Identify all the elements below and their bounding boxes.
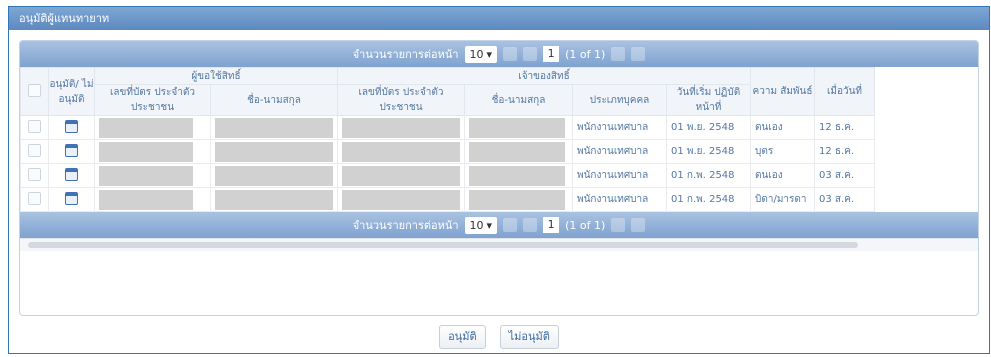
redacted-user-id xyxy=(99,117,193,138)
bottom-pager: จำนวนรายการต่อหน้า 10 ▾ 1 (1 of 1) xyxy=(20,212,978,238)
page-count-text: (1 of 1) xyxy=(565,47,606,61)
row-checkbox[interactable] xyxy=(28,167,41,181)
redacted-owner-id xyxy=(342,141,460,162)
reject-button[interactable]: ไม่อนุมัติ xyxy=(499,325,559,349)
row-checkbox[interactable] xyxy=(28,119,41,133)
header-group-user: ผู้ขอใช้สิทธิ์ xyxy=(94,67,338,85)
prev-page-button[interactable] xyxy=(523,218,538,232)
row-checkbox[interactable] xyxy=(28,143,41,157)
table-row[interactable]: พนักงานเทศบาล 01 พ.ย. 2548 บุตร 12 ธ.ค. xyxy=(20,139,875,164)
data-grid: จำนวนรายการต่อหน้า 10 ▾ 1 (1 of 1) อนุมัต… xyxy=(19,40,979,316)
page-count-text: (1 of 1) xyxy=(565,218,606,232)
approve-button[interactable]: อนุมัติ xyxy=(439,325,486,349)
page-number-input[interactable]: 1 xyxy=(543,217,560,233)
rows-per-page-select[interactable]: 10 ▾ xyxy=(464,216,498,234)
last-page-button[interactable] xyxy=(631,47,646,61)
horizontal-scrollbar[interactable] xyxy=(20,238,978,251)
select-all-checkbox[interactable] xyxy=(28,83,41,97)
redacted-owner-name xyxy=(469,117,565,138)
cell-last: 03 ส.ค. xyxy=(814,187,875,212)
header-user-name: ชื่อ-นามสกุล xyxy=(210,84,338,116)
approval-panel: อนุมัติผู้แทนทายาท จำนวนรายการต่อหน้า 10… xyxy=(8,6,990,354)
cell-start-date: 01 ก.พ. 2548 xyxy=(666,187,751,212)
header-start-date: วันที่เริ่ม ปฏิบัติหน้าที่ xyxy=(666,84,751,116)
rows-per-page-label: จำนวนรายการต่อหน้า xyxy=(352,219,459,232)
calendar-icon[interactable] xyxy=(65,191,78,205)
redacted-user-name xyxy=(215,117,333,138)
cell-start-date: 01 พ.ย. 2548 xyxy=(666,139,751,164)
scrollbar-thumb[interactable] xyxy=(28,242,858,248)
calendar-icon[interactable] xyxy=(65,119,78,133)
calendar-icon[interactable] xyxy=(65,167,78,181)
panel-title: อนุมัติผู้แทนทายาท xyxy=(9,7,989,30)
select-all-header xyxy=(20,67,49,116)
dropdown-arrow-icon: ▾ xyxy=(486,47,493,61)
prev-page-button[interactable] xyxy=(523,47,538,61)
cell-last: 12 ธ.ค. xyxy=(814,139,875,164)
top-pager: จำนวนรายการต่อหน้า 10 ▾ 1 (1 of 1) xyxy=(20,41,978,67)
redacted-owner-id xyxy=(342,165,460,186)
cell-last: 12 ธ.ค. xyxy=(814,115,875,140)
redacted-user-name xyxy=(215,165,333,186)
last-page-button[interactable] xyxy=(631,218,646,232)
redacted-user-id xyxy=(99,189,193,210)
first-page-button[interactable] xyxy=(503,218,518,232)
row-checkbox[interactable] xyxy=(28,191,41,205)
action-buttons: อนุมัติ ไม่อนุมัติ xyxy=(9,325,989,349)
redacted-owner-id xyxy=(342,117,460,138)
rows-per-page-label: จำนวนรายการต่อหน้า xyxy=(352,48,459,61)
cell-relation: บิดา/มารดา xyxy=(750,187,815,212)
header-approve: อนุมัติ/ ไม่อนุมัติ xyxy=(48,67,95,116)
cell-person-type: พนักงานเทศบาล xyxy=(572,115,667,140)
dropdown-arrow-icon: ▾ xyxy=(486,218,493,232)
redacted-owner-name xyxy=(469,141,565,162)
cell-relation: ตนเอง xyxy=(750,115,815,140)
table-row[interactable]: พนักงานเทศบาล 01 พ.ย. 2548 ตนเอง 12 ธ.ค. xyxy=(20,115,875,140)
redacted-owner-id xyxy=(342,189,460,210)
cell-start-date: 01 ก.พ. 2548 xyxy=(666,163,751,188)
redacted-owner-name xyxy=(469,189,565,210)
cell-person-type: พนักงานเทศบาล xyxy=(572,187,667,212)
redacted-user-name xyxy=(215,189,333,210)
redacted-user-id xyxy=(99,141,193,162)
cell-last: 03 ส.ค. xyxy=(814,163,875,188)
next-page-button[interactable] xyxy=(611,47,626,61)
header-relation: ความ สัมพันธ์ xyxy=(750,67,815,116)
table-row[interactable]: พนักงานเทศบาล 01 ก.พ. 2548 บิดา/มารดา 03… xyxy=(20,187,875,212)
next-page-button[interactable] xyxy=(611,218,626,232)
first-page-button[interactable] xyxy=(503,47,518,61)
cell-person-type: พนักงานเทศบาล xyxy=(572,139,667,164)
redacted-user-id xyxy=(99,165,193,186)
header-owner-name: ชื่อ-นามสกุล xyxy=(464,84,573,116)
cell-start-date: 01 พ.ย. 2548 xyxy=(666,115,751,140)
table-row[interactable]: พนักงานเทศบาล 01 ก.พ. 2548 ตนเอง 03 ส.ค. xyxy=(20,163,875,188)
redacted-user-name xyxy=(215,141,333,162)
calendar-icon[interactable] xyxy=(65,143,78,157)
cell-relation: ตนเอง xyxy=(750,163,815,188)
rows-per-page-select[interactable]: 10 ▾ xyxy=(464,45,498,63)
header-last: เมื่อวันที่ xyxy=(814,67,875,116)
header-user-id-card: เลขที่บัตร ประจำตัวประชาชน xyxy=(94,84,211,116)
approval-table: อนุมัติ/ ไม่อนุมัติ ผู้ขอใช้สิทธิ์ เจ้าข… xyxy=(20,67,875,212)
header-group-owner: เจ้าของสิทธิ์ xyxy=(337,67,751,85)
cell-person-type: พนักงานเทศบาล xyxy=(572,163,667,188)
page-number-input[interactable]: 1 xyxy=(543,46,560,62)
cell-relation: บุตร xyxy=(750,139,815,164)
redacted-owner-name xyxy=(469,165,565,186)
header-owner-id-card: เลขที่บัตร ประจำตัวประชาชน xyxy=(337,84,465,116)
header-person-type: ประเภทบุคคล xyxy=(572,84,667,116)
